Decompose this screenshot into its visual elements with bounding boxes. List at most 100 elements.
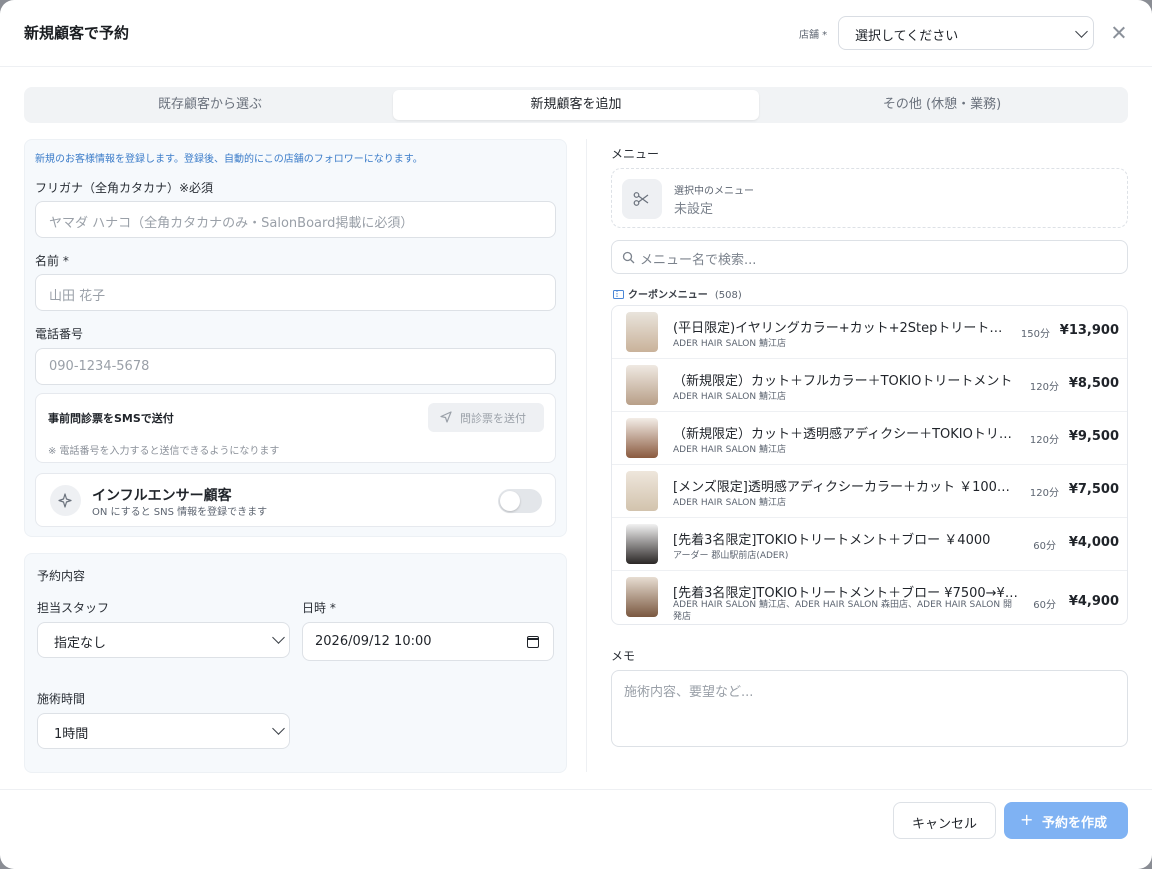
coupon-duration: 120分 [1029, 435, 1059, 446]
furigana-placeholder: ヤマダ ハナコ（全角カタカナのみ・SalonBoard掲載に必須） [49, 216, 414, 231]
sms-questionnaire-card: 事前問診票をSMSで送付 問診票を送付 ※ 電話番号を入力すると送信できるように… [35, 393, 556, 463]
plus-icon: + [1020, 810, 1034, 829]
tab-other[interactable]: その他 (休憩・業務) [759, 90, 1125, 120]
modal-footer: キャンセル + 予約を作成 [0, 789, 1152, 869]
coupon-count: (508) [714, 290, 742, 301]
send-questionnaire-label: 問診票を送付 [460, 412, 526, 425]
coupon-row[interactable]: [先着3名限定]TOKIOトリートメント＋ブロー ¥7500→¥4900 ADE… [612, 571, 1127, 624]
chevron-down-icon [1075, 25, 1088, 38]
send-icon [440, 411, 452, 423]
calendar-icon[interactable] [527, 636, 539, 648]
coupon-name: [メンズ限定]透明感アディクシーカラー＋カット ￥10000 [673, 480, 1013, 495]
new-customer-reservation-modal: 新規顧客で予約 店舗 * 選択してください 既存顧客から選ぶ 新規顧客を追加 そ… [0, 0, 1152, 869]
coupon-row[interactable]: （新規限定）カット＋フルカラー＋TOKIOトリートメント ADER HAIR S… [612, 359, 1127, 412]
cancel-button-label: キャンセル [911, 817, 977, 832]
coupon-duration: 60分 [1033, 541, 1056, 552]
coupon-row[interactable]: [メンズ限定]透明感アディクシーカラー＋カット ￥10000 ADER HAIR… [612, 465, 1127, 518]
coupon-price: ¥8,500 [1068, 376, 1119, 391]
store-select-value: 選択してください [855, 29, 959, 44]
tab-new-customer[interactable]: 新規顧客を追加 [393, 90, 759, 120]
influencer-subtitle: ON にすると SNS 情報を登録できます [92, 507, 268, 518]
coupon-row[interactable]: (平日限定)イヤリングカラー+カット+2Stepトリートメント ADER HAI… [612, 306, 1127, 359]
coupon-shop: ADER HAIR SALON 鯖江店 [673, 498, 786, 508]
furigana-input[interactable]: ヤマダ ハナコ（全角カタカナのみ・SalonBoard掲載に必須） [35, 201, 556, 238]
phone-label: 電話番号 [35, 327, 84, 341]
coupon-duration: 60分 [1033, 600, 1056, 611]
datetime-value: 2026/09/12 10:00 [315, 634, 432, 649]
influencer-toggle[interactable] [498, 489, 542, 513]
furigana-label: フリガナ（全角カタカナ）※必須 [35, 181, 214, 195]
chevron-down-icon [272, 631, 285, 644]
coupon-shop: ADER HAIR SALON 鯖江店、ADER HAIR SALON 森田店、… [673, 600, 1012, 622]
coupon-section-header: クーポンメニュー (508) [613, 286, 742, 301]
coupon-thumbnail [626, 418, 658, 458]
cancel-button[interactable]: キャンセル [893, 802, 996, 839]
coupon-duration: 150分 [1020, 329, 1050, 340]
new-customer-form: 新規のお客様情報を登録します。登録後、自動的にこの店舗のフォロワーになります。 … [24, 139, 567, 537]
influencer-title: インフルエンサー顧客 [92, 488, 232, 504]
coupon-price: ¥9,500 [1068, 429, 1119, 444]
staff-select[interactable]: 指定なし [37, 622, 290, 658]
sms-title: 事前問診票をSMSで送付 [48, 412, 174, 425]
close-icon[interactable] [1110, 24, 1128, 42]
coupon-list: (平日限定)イヤリングカラー+カット+2Stepトリートメント ADER HAI… [611, 305, 1128, 625]
name-placeholder: 山田 花子 [49, 289, 106, 304]
create-reservation-button[interactable]: + 予約を作成 [1004, 802, 1128, 839]
column-divider [586, 139, 587, 772]
send-questionnaire-button[interactable]: 問診票を送付 [428, 403, 544, 432]
tab-existing-customer[interactable]: 既存顧客から選ぶ [27, 90, 393, 120]
selected-menu-caption: 選択中のメニュー [674, 186, 754, 197]
coupon-price: ¥7,500 [1068, 482, 1119, 497]
coupon-thumbnail [626, 471, 658, 511]
coupon-thumbnail [626, 312, 658, 352]
selected-menu-card: 選択中のメニュー 未設定 [611, 168, 1128, 228]
reservation-details: 予約内容 担当スタッフ 指定なし 日時 * 2026/09/12 10:00 施… [24, 553, 567, 773]
coupon-price: ¥13,900 [1059, 323, 1119, 338]
create-reservation-label: 予約を作成 [1042, 816, 1108, 831]
memo-label: メモ [611, 649, 636, 663]
coupon-icon [613, 290, 624, 299]
datetime-input[interactable]: 2026/09/12 10:00 [302, 622, 554, 661]
selected-menu-value: 未設定 [674, 202, 714, 217]
coupon-row[interactable]: （新規限定）カット＋透明感アディクシー＋TOKIOトリートメント ADER HA… [612, 412, 1127, 465]
name-label: 名前 * [35, 254, 69, 268]
menu-search-input[interactable]: メニュー名で検索... [611, 240, 1128, 274]
info-text: 新規のお客様情報を登録します。登録後、自動的にこの店舗のフォロワーになります。 [35, 154, 423, 165]
coupon-name: (平日限定)イヤリングカラー+カット+2Stepトリートメント [673, 321, 1005, 336]
menu-search-placeholder: メニュー名で検索... [640, 253, 757, 268]
coupon-duration: 120分 [1029, 488, 1059, 499]
sparkle-icon [50, 485, 81, 516]
coupon-shop: ADER HAIR SALON 鯖江店 [673, 392, 786, 402]
reservation-section-title: 予約内容 [37, 569, 86, 583]
staff-value: 指定なし [54, 636, 107, 651]
coupon-thumbnail [626, 577, 658, 617]
coupon-duration: 120分 [1029, 382, 1059, 393]
scissors-icon [622, 179, 662, 219]
customer-type-tabs: 既存顧客から選ぶ 新規顧客を追加 その他 (休憩・業務) [24, 87, 1128, 123]
coupon-price: ¥4,900 [1068, 594, 1119, 609]
coupon-name: （新規限定）カット＋フルカラー＋TOKIOトリートメント [673, 374, 1013, 389]
staff-label: 担当スタッフ [37, 601, 110, 615]
modal-header: 新規顧客で予約 店舗 * 選択してください [0, 0, 1152, 67]
store-select[interactable]: 選択してください [838, 16, 1094, 50]
coupon-shop: アーダー 郡山駅前店(ADER) [673, 551, 789, 561]
coupon-shop: ADER HAIR SALON 鯖江店 [673, 445, 786, 455]
memo-placeholder: 施術内容、要望など... [624, 685, 754, 700]
memo-textarea[interactable]: 施術内容、要望など... [611, 670, 1128, 747]
search-icon [622, 251, 635, 264]
coupon-price: ¥4,000 [1068, 535, 1119, 550]
coupon-row[interactable]: [先着3名限定]TOKIOトリートメント＋ブロー ￥4000 アーダー 郡山駅前… [612, 518, 1127, 571]
modal-title: 新規顧客で予約 [24, 24, 130, 42]
coupon-name: [先着3名限定]TOKIOトリートメント＋ブロー ￥4000 [673, 533, 991, 548]
coupon-thumbnail [626, 365, 658, 405]
coupon-thumbnail [626, 524, 658, 564]
duration-value: 1時間 [54, 727, 89, 742]
influencer-card: インフルエンサー顧客 ON にすると SNS 情報を登録できます [35, 473, 556, 527]
name-input[interactable]: 山田 花子 [35, 274, 556, 311]
chevron-down-icon [272, 722, 285, 735]
phone-placeholder: 090-1234-5678 [49, 359, 150, 374]
duration-select[interactable]: 1時間 [37, 713, 290, 749]
phone-input[interactable]: 090-1234-5678 [35, 348, 556, 385]
menu-label: メニュー [611, 147, 660, 161]
sms-note: ※ 電話番号を入力すると送信できるようになります [48, 446, 280, 457]
